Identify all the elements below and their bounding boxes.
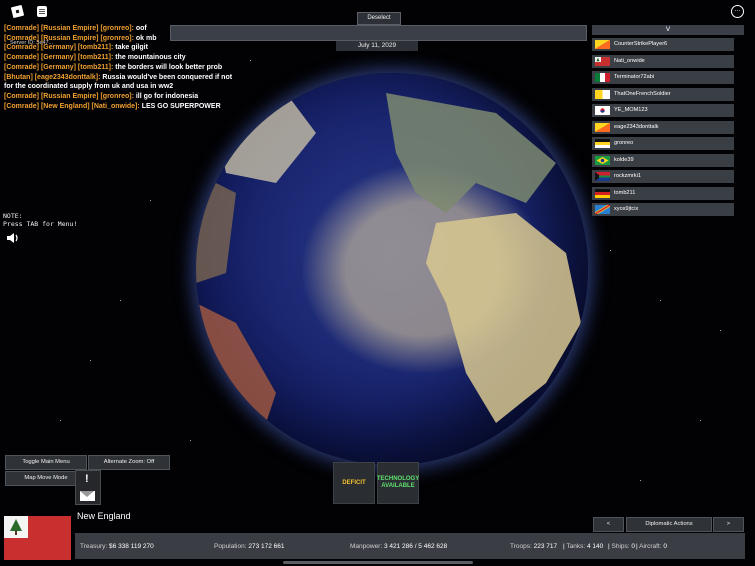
chat-toggle-icon[interactable]	[37, 6, 47, 17]
player-row[interactable]: xyos9jtcix	[592, 203, 734, 216]
brazil-flag-icon	[595, 155, 610, 165]
chat-message: [Comrade] [Germany] [tomb211]: the borde…	[4, 63, 223, 71]
chat-log: [Comrade] [Russian Empire] [gronreo]: oo…	[4, 24, 234, 111]
player-row[interactable]: gronreo	[592, 137, 734, 150]
country-name: New England	[77, 511, 131, 521]
chat-message: [Comrade] [Germany] [tomb211]: take gilg…	[4, 44, 148, 52]
population-stat: Population: 273 172 661	[214, 543, 285, 550]
pine-tree-icon	[10, 519, 22, 535]
player-row[interactable]: eage2343donttalk	[592, 120, 734, 134]
chat-message: [Comrade] [Russian Empire] [gronreo]: il…	[4, 92, 199, 100]
game-date: July 11, 2029	[336, 41, 418, 51]
alternate-zoom-button[interactable]: Alternate Zoom: Off	[88, 455, 170, 470]
manpower-stat: Manpower: 3 421 286 / 5 462 628	[350, 543, 448, 550]
new-england-flag-icon	[595, 56, 610, 66]
russian-empire-flag-icon	[595, 139, 610, 148]
envelope-icon	[80, 491, 95, 501]
home-indicator[interactable]	[283, 561, 473, 564]
flag-canton	[4, 516, 28, 538]
notification-alert-icon: !	[85, 473, 89, 485]
toggle-main-menu-button[interactable]: Toggle Main Menu	[5, 455, 87, 470]
aircraft-stat: | Aircraft: 0	[636, 543, 667, 550]
player-list: V CounterStrikePlayer6 Nati_onwide Termi…	[592, 25, 744, 220]
chat-message: [Bhutan] [eage2343donttalk]: Russia woul…	[4, 73, 233, 91]
player-row[interactable]: Nati_onwide	[592, 54, 734, 68]
notifications-button[interactable]: !	[75, 470, 101, 505]
technology-available-tile[interactable]: TECHNOLOGY AVAILABLE	[377, 462, 419, 504]
diplomatic-actions-button[interactable]: Diplomatic Actions	[626, 517, 712, 532]
player-list-toggle[interactable]: V	[592, 25, 744, 35]
bhutan-flag-icon	[595, 122, 610, 132]
vatican-flag-icon	[595, 89, 610, 99]
chat-message: [Comrade] [Germany] [tomb211]: the mount…	[4, 54, 186, 62]
deficit-alert-tile[interactable]: DEFICIT	[333, 462, 375, 504]
player-row[interactable]: ThatOneFrenchSoldier	[592, 87, 734, 101]
player-row[interactable]: kolde39	[592, 153, 734, 167]
player-row[interactable]: tomb211	[592, 186, 734, 200]
speaker-icon[interactable]	[6, 232, 20, 244]
south-korea-flag-icon	[595, 106, 610, 115]
chat-message: [Comrade] [New England] [Nati_onwide]: L…	[4, 102, 221, 110]
chat-message: [Comrade] [Russian Empire] [gronreo]: oo…	[4, 25, 147, 32]
player-row[interactable]: rockzmrki1	[592, 170, 734, 183]
player-row[interactable]: CounterStrikePlayer6	[592, 38, 734, 51]
country-flag	[4, 516, 71, 560]
note-text: NOTE: Press TAB for Menu!	[3, 212, 78, 228]
next-action-button[interactable]: >	[713, 517, 744, 532]
world-globe[interactable]	[196, 73, 588, 465]
south-africa-flag-icon	[595, 172, 610, 181]
germany-flag-icon	[595, 188, 610, 198]
bhutan-flag-icon	[595, 40, 610, 49]
mexico-flag-icon	[595, 73, 610, 82]
ships-stat: | Ships: 0	[608, 543, 636, 550]
treasury-stat: Treasury: $6 338 119 270	[80, 543, 154, 550]
dr-congo-flag-icon	[595, 205, 610, 214]
more-options-icon[interactable]: …	[731, 5, 744, 18]
chat-message: [Comrade] [Russian Empire] [gronreo]: ok…	[4, 34, 157, 42]
country-stats-bar: Treasury: $6 338 119 270 Population: 273…	[75, 533, 745, 559]
player-row[interactable]: Terminator72abi	[592, 71, 734, 84]
deselect-button[interactable]: Deselect	[357, 12, 401, 25]
troops-stat: Troops: 223 717	[510, 543, 558, 550]
player-row[interactable]: YE_MOM123	[592, 104, 734, 117]
tanks-stat: | Tanks: 4 140	[563, 543, 604, 550]
previous-action-button[interactable]: <	[593, 517, 624, 532]
globe-landmasses	[196, 93, 581, 465]
